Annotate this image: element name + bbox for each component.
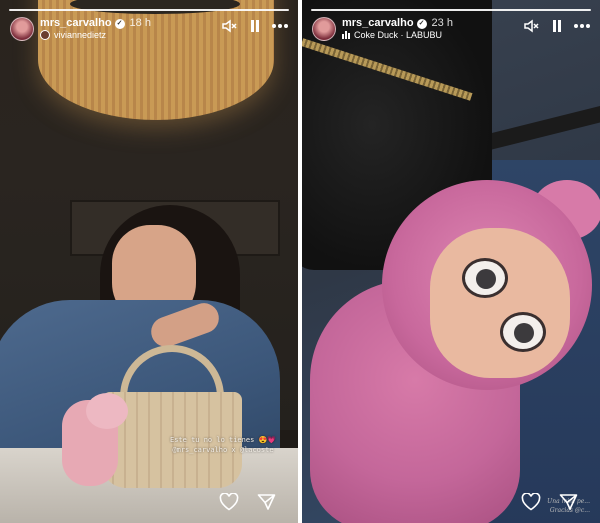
story-actions [521, 493, 578, 511]
avatar[interactable] [312, 17, 336, 41]
post-time: 23 h [431, 17, 453, 29]
music-track[interactable]: Coke Duck · LABUBU [354, 30, 442, 40]
verified-badge-icon: ✓ [114, 19, 125, 29]
username[interactable]: mrs_carvalho [40, 17, 112, 29]
tagged-username[interactable]: viviannedietz [54, 30, 106, 40]
plush-face [430, 228, 570, 378]
story-header: mrs_carvalho ✓ 18 h viviannedietz [10, 17, 288, 43]
post-time: 18 h [129, 17, 151, 29]
send-icon[interactable] [559, 493, 578, 511]
more-dots-icon[interactable] [574, 23, 590, 29]
story-panel-left[interactable]: Este tu no lo tienes 😍💗 @mrs_carvalho x … [0, 0, 298, 523]
username-link[interactable]: mrs_carvalho ✓ 23 h [342, 17, 453, 29]
speaker-muted-icon[interactable] [524, 19, 540, 33]
username-link[interactable]: mrs_carvalho ✓ 18 h [40, 17, 151, 29]
plush-eye [462, 258, 508, 298]
story-progress-bar [311, 9, 591, 11]
story-header: mrs_carvalho ✓ 23 h Coke Duck · LABUBU [312, 17, 590, 43]
story-caption: Este tu no lo tienes 😍💗 @mrs_carvalho x … [170, 435, 276, 455]
send-icon[interactable] [257, 493, 276, 511]
story-actions [219, 493, 276, 511]
caption-line: Este tu no lo tienes 😍💗 [170, 436, 276, 444]
pause-icon[interactable] [250, 19, 260, 33]
speaker-muted-icon[interactable] [222, 19, 238, 33]
story-controls [222, 19, 288, 33]
caption-line: @mrs_carvalho x @lacoste [172, 446, 274, 454]
tagged-avatar-icon [40, 30, 50, 40]
verified-badge-icon: ✓ [416, 19, 427, 29]
pause-icon[interactable] [552, 19, 562, 33]
story-controls [524, 19, 590, 33]
heart-icon[interactable] [219, 493, 239, 511]
heart-icon[interactable] [521, 493, 541, 511]
story-panel-right[interactable]: Una mini pe... Gracias @c... mrs_carvalh… [302, 0, 600, 523]
plush-eye [500, 312, 546, 352]
tagged-account[interactable]: viviannedietz [40, 30, 106, 40]
avatar[interactable] [10, 17, 34, 41]
music-sticker[interactable]: Coke Duck · LABUBU [342, 30, 442, 40]
username[interactable]: mrs_carvalho [342, 17, 414, 29]
music-bars-icon [342, 31, 350, 39]
story-progress-bar [9, 9, 289, 11]
more-dots-icon[interactable] [272, 23, 288, 29]
